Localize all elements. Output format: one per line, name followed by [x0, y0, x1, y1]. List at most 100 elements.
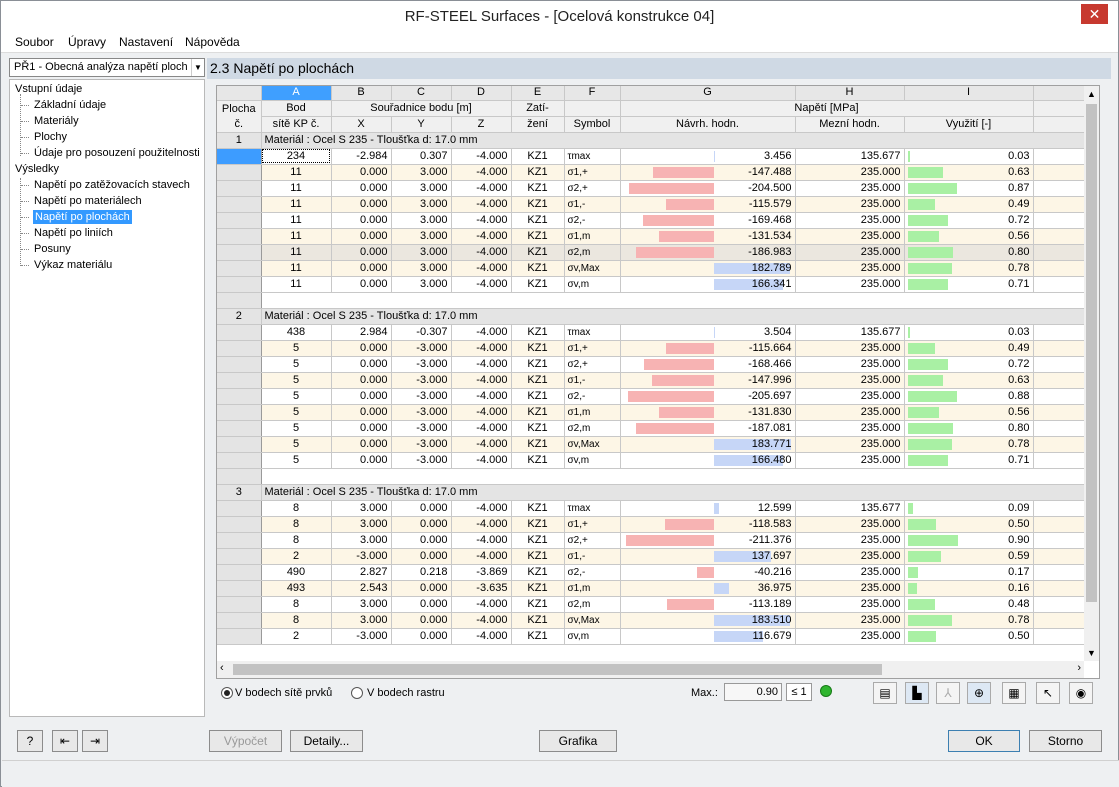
sort-icon[interactable]: ⅄	[936, 682, 960, 704]
radio-mesh-points-label[interactable]: V bodech sítě prvků	[235, 687, 332, 699]
scroll-left-icon[interactable]: ‹	[220, 662, 224, 674]
design-value-cell[interactable]: -115.579	[620, 196, 796, 213]
table-row[interactable]: 8 3.000 0.000 -4.000 KZ1 τmax 12.599 135.677 0.0…	[217, 500, 1094, 517]
utilization-cell[interactable]: 0.72	[904, 356, 1034, 373]
design-value-cell[interactable]: -205.697	[620, 388, 796, 405]
coord-z-cell[interactable]: -4.000	[451, 532, 512, 549]
row-header[interactable]	[217, 580, 262, 597]
table-row[interactable]: 5 0.000 -3.000 -4.000 KZ1 σ2,m -187.081 235.000…	[217, 420, 1094, 437]
design-value-cell[interactable]: -147.996	[620, 372, 796, 389]
coord-z-cell[interactable]: -4.000	[451, 244, 512, 261]
bars-icon[interactable]: ▙	[905, 682, 929, 704]
coord-x-cell[interactable]: 0.000	[331, 180, 392, 197]
mesh-point-cell[interactable]: 11	[261, 260, 332, 277]
utilization-cell[interactable]: 0.48	[904, 596, 1034, 613]
design-value-cell[interactable]: 166.341	[620, 276, 796, 293]
utilization-cell[interactable]: 0.90	[904, 532, 1034, 549]
coord-y-cell[interactable]: 3.000	[391, 196, 452, 213]
design-value-cell[interactable]: -186.983	[620, 244, 796, 261]
mesh-point-cell[interactable]: 490	[261, 564, 332, 581]
row-header[interactable]	[217, 388, 262, 405]
radio-mesh-points[interactable]	[221, 687, 233, 699]
utilization-cell[interactable]: 0.71	[904, 452, 1034, 469]
row-header[interactable]	[217, 324, 262, 341]
symbol-cell[interactable]: τmax	[564, 500, 621, 517]
symbol-cell[interactable]: σ2,-	[564, 564, 621, 581]
symbol-cell[interactable]: τmax	[564, 324, 621, 341]
row-header[interactable]	[217, 596, 262, 613]
coord-z-cell[interactable]: -4.000	[451, 324, 512, 341]
coord-x-cell[interactable]: 0.000	[331, 244, 392, 261]
design-value-cell[interactable]: -147.488	[620, 164, 796, 181]
tree-item-stress-lc[interactable]: Napětí po zatěžovacích stavech	[34, 178, 190, 192]
coord-y-cell[interactable]: 3.000	[391, 164, 452, 181]
loading-cell[interactable]: KZ1	[511, 564, 565, 581]
row-header[interactable]	[217, 260, 262, 277]
utilization-cell[interactable]: 0.56	[904, 228, 1034, 245]
loading-cell[interactable]: KZ1	[511, 436, 565, 453]
design-value-cell[interactable]: 12.599	[620, 500, 796, 517]
mesh-point-cell[interactable]: 11	[261, 228, 332, 245]
mesh-point-cell[interactable]: 11	[261, 212, 332, 229]
row-header[interactable]	[217, 532, 262, 549]
col-letter-i[interactable]: I	[904, 86, 1034, 101]
row-header[interactable]	[217, 228, 262, 245]
limit-value-cell[interactable]: 235.000	[795, 276, 905, 293]
coord-y-cell[interactable]: 3.000	[391, 228, 452, 245]
table-row[interactable]: 11 0.000 3.000 -4.000 KZ1 σ1,- -115.579 235.000…	[217, 196, 1094, 213]
design-value-cell[interactable]: -131.830	[620, 404, 796, 421]
mesh-point-cell[interactable]: 234	[261, 148, 332, 165]
design-value-cell[interactable]: -115.664	[620, 340, 796, 357]
limit-value-cell[interactable]: 235.000	[795, 212, 905, 229]
mesh-point-cell[interactable]: 5	[261, 356, 332, 373]
utilization-cell[interactable]: 0.71	[904, 276, 1034, 293]
tree-item-basic[interactable]: Základní údaje	[34, 98, 106, 112]
mesh-point-cell[interactable]: 5	[261, 436, 332, 453]
design-value-cell[interactable]: -118.583	[620, 516, 796, 533]
coord-x-cell[interactable]: 0.000	[331, 340, 392, 357]
utilization-cell[interactable]: 0.80	[904, 420, 1034, 437]
table-row[interactable]: 490 2.827 0.218 -3.869 KZ1 σ2,- -40.216 235.000…	[217, 564, 1094, 581]
utilization-cell[interactable]: 0.03	[904, 324, 1034, 341]
limit-value-cell[interactable]: 235.000	[795, 532, 905, 549]
row-header[interactable]	[217, 628, 262, 645]
menu-upravy[interactable]: Úpravy	[68, 35, 106, 49]
horizontal-scroll-thumb[interactable]	[233, 664, 882, 675]
export-icon[interactable]: ⇥	[82, 730, 108, 752]
design-value-cell[interactable]: -113.189	[620, 596, 796, 613]
details-button[interactable]: Detaily...	[290, 730, 363, 752]
symbol-cell[interactable]: σ1,+	[564, 516, 621, 533]
limit-value-cell[interactable]: 135.677	[795, 500, 905, 517]
row-header[interactable]	[217, 244, 262, 261]
mesh-point-cell[interactable]: 8	[261, 516, 332, 533]
mesh-point-cell[interactable]: 5	[261, 388, 332, 405]
coord-y-cell[interactable]: -3.000	[391, 404, 452, 421]
coord-x-cell[interactable]: 0.000	[331, 388, 392, 405]
table-row[interactable]: 2 -3.000 0.000 -4.000 KZ1 σ1,- 137.697 235.000 0…	[217, 548, 1094, 565]
col-letter-b[interactable]: B	[331, 86, 392, 101]
symbol-cell[interactable]: τmax	[564, 148, 621, 165]
design-value-cell[interactable]: 116.679	[620, 628, 796, 645]
design-value-cell[interactable]: 3.504	[620, 324, 796, 341]
row-header[interactable]	[217, 276, 262, 293]
loading-cell[interactable]: KZ1	[511, 580, 565, 597]
symbol-cell[interactable]: σv,m	[564, 276, 621, 293]
col-letter-c[interactable]: C	[391, 86, 452, 101]
loading-cell[interactable]: KZ1	[511, 500, 565, 517]
utilization-cell[interactable]: 0.49	[904, 340, 1034, 357]
vertical-scroll-thumb[interactable]	[1086, 104, 1097, 602]
coord-y-cell[interactable]: -3.000	[391, 340, 452, 357]
col-letter-e[interactable]: E	[511, 86, 565, 101]
menu-soubor[interactable]: Soubor	[15, 35, 54, 49]
coord-y-cell[interactable]: 3.000	[391, 260, 452, 277]
symbol-cell[interactable]: σ1,m	[564, 580, 621, 597]
menu-nastaveni[interactable]: Nastavení	[119, 35, 173, 49]
limit-value-cell[interactable]: 135.677	[795, 324, 905, 341]
table-row[interactable]: 2 -3.000 0.000 -4.000 KZ1 σv,m 116.679 235.000 0…	[217, 628, 1094, 645]
loading-cell[interactable]: KZ1	[511, 196, 565, 213]
coord-z-cell[interactable]: -4.000	[451, 372, 512, 389]
mesh-point-cell[interactable]: 8	[261, 532, 332, 549]
coord-x-cell[interactable]: 0.000	[331, 212, 392, 229]
coord-z-cell[interactable]: -4.000	[451, 180, 512, 197]
symbol-cell[interactable]: σ2,m	[564, 244, 621, 261]
